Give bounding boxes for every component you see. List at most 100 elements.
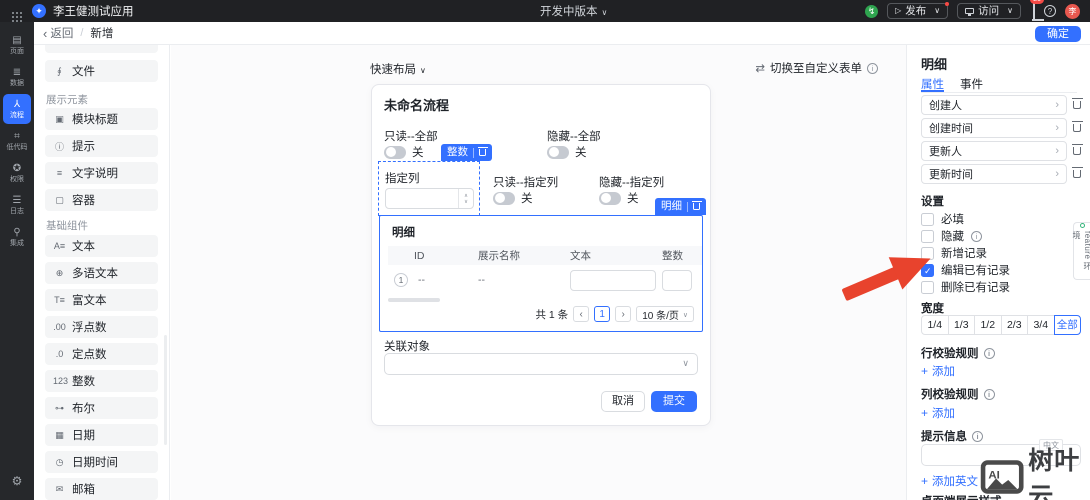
field-row-update-time[interactable]: 更新时间 › bbox=[921, 164, 1067, 184]
avatar[interactable]: 李 bbox=[1065, 3, 1080, 19]
form-canvas: 快速布局 ⇄ 切换至自定义表单 未命名流程 只读--全部 关 隐藏--全部 关 … bbox=[171, 45, 906, 500]
toggle-off-icon[interactable] bbox=[599, 191, 621, 205]
width-option[interactable]: 1/2 bbox=[974, 315, 1002, 335]
add-col-rule-button[interactable]: 添加 bbox=[921, 405, 955, 421]
field-row-updater[interactable]: 更新人 › bbox=[921, 141, 1067, 161]
readonly-all-toggle[interactable]: 关 bbox=[384, 144, 424, 160]
component-item-text-note[interactable]: ≡ 文字说明 bbox=[45, 162, 158, 184]
checkbox-icon[interactable] bbox=[921, 212, 934, 226]
rail-item-lowcode[interactable]: ⌗ 低代码 bbox=[3, 126, 31, 156]
toggle-off-icon[interactable] bbox=[547, 145, 569, 159]
visit-button[interactable]: 访问 bbox=[957, 3, 1021, 19]
hidden-info-icon[interactable] bbox=[971, 230, 982, 242]
rail-item-permission[interactable]: ✪ 权限 bbox=[3, 158, 31, 188]
component-item-integer[interactable]: 123 整数 bbox=[45, 370, 158, 392]
horizontal-scrollbar[interactable] bbox=[388, 298, 440, 302]
back-button[interactable]: 返回 bbox=[43, 25, 73, 41]
row-index[interactable]: 1 bbox=[394, 273, 408, 287]
page-size-select[interactable]: 10 条/页 bbox=[636, 306, 694, 322]
settings-gear-icon[interactable]: ⚙ bbox=[0, 474, 34, 488]
component-item-text[interactable]: A≡ 文本 bbox=[45, 235, 158, 257]
related-object-select[interactable] bbox=[384, 353, 698, 375]
step-down-icon[interactable]: ∨ bbox=[464, 199, 468, 205]
checkbox-required[interactable]: 必填 bbox=[921, 211, 964, 227]
delete-field-icon[interactable] bbox=[1071, 167, 1083, 178]
number-stepper[interactable]: ∧ ∨ bbox=[458, 189, 473, 208]
next-page-button[interactable]: › bbox=[615, 306, 632, 322]
field-row-creator[interactable]: 创建人 › bbox=[921, 95, 1067, 115]
status-icon[interactable]: ↯ bbox=[865, 4, 879, 18]
quick-layout-dropdown[interactable]: 快速布局 bbox=[370, 61, 426, 77]
prev-page-button[interactable]: ‹ bbox=[573, 306, 590, 322]
component-item-richtext[interactable]: T≡ 富文本 bbox=[45, 289, 158, 311]
cancel-button[interactable]: 取消 bbox=[601, 391, 645, 412]
tab-properties[interactable]: 属性 bbox=[921, 76, 944, 92]
delete-field-icon[interactable] bbox=[1071, 98, 1083, 109]
component-item-multilang-text[interactable]: ⊕ 多语文本 bbox=[45, 262, 158, 284]
app-grid-icon[interactable] bbox=[12, 12, 14, 14]
submit-button[interactable]: 提交 bbox=[651, 391, 697, 412]
component-item-tip[interactable]: ⓘ 提示 bbox=[45, 135, 158, 157]
component-item-float[interactable]: .00 浮点数 bbox=[45, 316, 158, 338]
confirm-button[interactable]: 确定 bbox=[1035, 25, 1081, 42]
rail-item-log[interactable]: ☰ 日志 bbox=[3, 190, 31, 220]
component-item-email[interactable]: ✉ 邮箱 bbox=[45, 478, 158, 500]
environment-badge[interactable]: feature 环境 bbox=[1072, 222, 1090, 280]
rail-item-integration[interactable]: ⚲ 集成 bbox=[3, 222, 31, 252]
col-header-integer: 整数 bbox=[662, 250, 683, 262]
component-item-container[interactable]: ▢ 容器 bbox=[45, 189, 158, 211]
hidden-col-toggle[interactable]: 关 bbox=[599, 190, 639, 206]
width-option[interactable]: 2/3 bbox=[1000, 315, 1028, 335]
current-page[interactable]: 1 bbox=[594, 306, 611, 322]
col-header-name: 展示名称 bbox=[478, 250, 520, 262]
cell-text-input[interactable] bbox=[570, 269, 656, 291]
hidden-all-toggle[interactable]: 关 bbox=[547, 144, 587, 160]
rail-item-pages[interactable]: ▤ 页面 bbox=[3, 30, 31, 60]
switch-custom-form-link[interactable]: ⇄ 切换至自定义表单 bbox=[755, 60, 878, 76]
permission-icon: ✪ bbox=[12, 162, 22, 174]
add-english-button[interactable]: 添加英文 bbox=[921, 473, 978, 489]
detail-table-panel[interactable]: 明细 ID 展示名称 文本 整数 1 -- -- 共 1 条 ‹ 1 › 10 … bbox=[379, 215, 703, 332]
component-item-boolean[interactable]: ⊶ 布尔 bbox=[45, 397, 158, 419]
component-item-clipped-top[interactable] bbox=[45, 45, 158, 53]
tip-info-icon[interactable] bbox=[972, 430, 983, 442]
row-rule-info-icon[interactable] bbox=[983, 347, 995, 359]
width-option[interactable]: 1/4 bbox=[921, 315, 949, 335]
switch-info-icon[interactable] bbox=[867, 62, 878, 74]
component-item-file[interactable]: ∮ 文件 bbox=[45, 60, 158, 82]
component-item-fixed-point[interactable]: .0 定点数 bbox=[45, 343, 158, 365]
notification-button[interactable]: 20 bbox=[1030, 0, 1044, 20]
toggle-off-icon[interactable] bbox=[384, 145, 406, 159]
component-item-date[interactable]: ▦ 日期 bbox=[45, 424, 158, 446]
globe-icon: ⊕ bbox=[55, 267, 64, 278]
add-row-rule-button[interactable]: 添加 bbox=[921, 363, 955, 379]
swap-icon: ⇄ bbox=[755, 63, 765, 75]
delete-component-icon[interactable] bbox=[477, 146, 488, 156]
delete-component-icon[interactable] bbox=[691, 200, 702, 210]
width-option[interactable]: 3/4 bbox=[1027, 315, 1055, 335]
delete-field-icon[interactable] bbox=[1071, 144, 1083, 155]
rail-item-flow[interactable]: ⅄ 流程 bbox=[3, 94, 31, 124]
publish-button[interactable]: ▷ 发布 bbox=[887, 2, 950, 19]
delete-field-icon[interactable] bbox=[1071, 121, 1083, 132]
version-selector[interactable]: 开发中版本 bbox=[540, 3, 607, 19]
component-item-module-title[interactable]: ▣ 模块标题 bbox=[45, 108, 158, 130]
help-button[interactable]: ? bbox=[1044, 5, 1056, 17]
readonly-col-toggle[interactable]: 关 bbox=[493, 190, 533, 206]
lines-icon: ≡ bbox=[56, 168, 63, 178]
flow-icon: ⅄ bbox=[13, 98, 21, 110]
width-option-selected[interactable]: 全部 bbox=[1053, 315, 1081, 335]
tab-events[interactable]: 事件 bbox=[960, 76, 983, 92]
panel-scrollbar[interactable] bbox=[164, 335, 167, 445]
toggle-off-icon[interactable] bbox=[493, 191, 515, 205]
cell-integer-input[interactable] bbox=[662, 269, 692, 291]
rail-item-data[interactable]: ≣ 数据 bbox=[3, 62, 31, 92]
field-row-create-time[interactable]: 创建时间 › bbox=[921, 118, 1067, 138]
col-rule-info-icon[interactable] bbox=[983, 388, 995, 400]
component-item-datetime[interactable]: ◷ 日期时间 bbox=[45, 451, 158, 473]
related-object-label: 关联对象 bbox=[384, 341, 430, 353]
specified-column-input[interactable]: ∧ ∨ bbox=[385, 188, 474, 209]
log-icon: ☰ bbox=[12, 194, 22, 206]
selected-component-outline[interactable]: 指定列 ∧ ∨ bbox=[378, 161, 480, 216]
width-option[interactable]: 1/3 bbox=[947, 315, 975, 335]
